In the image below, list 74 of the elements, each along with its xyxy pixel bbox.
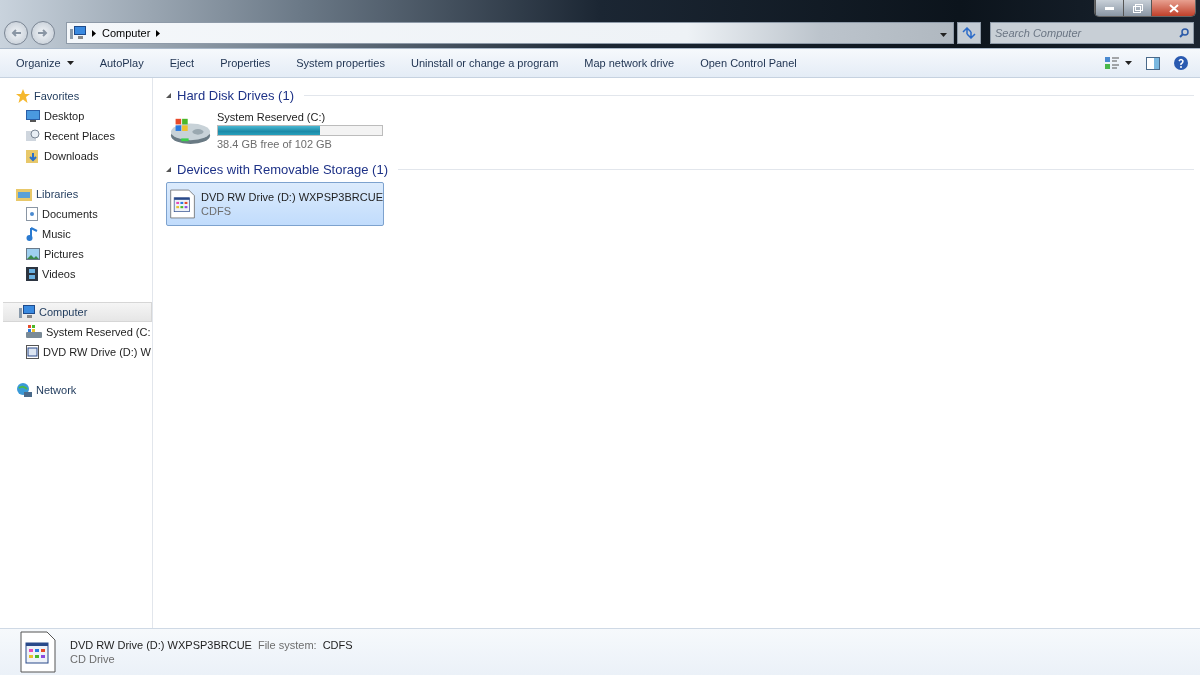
minimize-button[interactable] [1095, 0, 1123, 16]
group-heading: Devices with Removable Storage (1) [177, 161, 388, 177]
drive-tile[interactable]: DVD RW Drive (D:) WXPSP3BRCUE CDFS [166, 182, 384, 226]
nav-item[interactable]: Downloads [0, 146, 152, 166]
recent-places-icon [26, 129, 40, 143]
library-folder-icon [16, 187, 32, 201]
nav-item[interactable]: Desktop [0, 106, 152, 126]
collapse-icon[interactable] [166, 92, 171, 98]
details-type: CD Drive [70, 653, 116, 665]
restore-icon [1132, 3, 1143, 13]
close-button[interactable] [1151, 0, 1195, 16]
details-name: DVD RW Drive (D:) WXPSP3BRCUE [70, 639, 252, 651]
nav-item[interactable]: Network [0, 380, 152, 400]
music-note-icon [26, 227, 38, 241]
nav-item[interactable]: Pictures [0, 244, 152, 264]
refresh-button[interactable] [957, 22, 981, 44]
caret-icon [66, 61, 74, 65]
forward-arrow-icon [38, 29, 48, 37]
disc-drive-icon [26, 345, 39, 359]
monitor-icon [26, 110, 40, 122]
nav-item[interactable]: DVD RW Drive (D:) W [0, 342, 152, 362]
toolbar-button[interactable]: Organize [6, 53, 84, 73]
nav-item[interactable]: Music [0, 224, 152, 244]
refresh-arrows-icon [962, 27, 976, 39]
search-field[interactable]: Search Computer [990, 22, 1194, 44]
nav-item[interactable]: Recent Places [0, 126, 152, 146]
nav-item[interactable]: Favorites [0, 86, 152, 106]
toolbar-button[interactable]: Uninstall or change a program [400, 53, 569, 73]
network-icon [16, 383, 32, 397]
view-options-icon[interactable] [1105, 57, 1119, 69]
chevron-icon [92, 29, 96, 37]
nav-item[interactable]: System Reserved (C: [0, 322, 152, 342]
toolbar-button[interactable]: Map network drive [574, 53, 685, 73]
back-button[interactable] [4, 21, 28, 45]
forward-button[interactable] [31, 21, 55, 45]
toolbar-button[interactable]: Eject [159, 53, 205, 73]
film-icon [26, 267, 38, 281]
computer-icon [70, 26, 86, 40]
maximize-button[interactable] [1123, 0, 1151, 16]
dropdown-icon [940, 33, 947, 37]
nav-item[interactable]: Libraries [0, 184, 152, 204]
toolbar-button[interactable]: Open Control Panel [690, 53, 807, 73]
nav-item[interactable]: Videos [0, 264, 152, 284]
nav-item[interactable]: Computer [3, 302, 152, 322]
address-bar[interactable]: Computer [66, 22, 954, 44]
document-icon [26, 207, 38, 221]
drive-name: DVD RW Drive (D:) WXPSP3BRCUE [201, 191, 383, 203]
help-icon[interactable] [1174, 56, 1188, 70]
computer-icon [19, 305, 35, 319]
group-heading: Hard Disk Drives (1) [177, 87, 294, 103]
chevron-icon [156, 29, 161, 37]
minimize-icon [1105, 6, 1114, 10]
drive-detail: CDFS [201, 205, 232, 217]
toolbar-button[interactable]: Properties [210, 53, 281, 73]
close-icon [1168, 3, 1179, 13]
drive-icon [26, 325, 42, 339]
star-icon [16, 89, 30, 103]
nav-item[interactable]: Documents [0, 204, 152, 224]
collapse-icon[interactable] [166, 166, 171, 172]
toolbar-button[interactable]: AutoPlay [89, 53, 154, 73]
toolbar-button[interactable]: System properties [286, 53, 395, 73]
back-arrow-icon [11, 29, 21, 37]
breadcrumb[interactable]: Computer [102, 27, 151, 39]
picture-icon [26, 248, 40, 260]
download-folder-icon [26, 149, 40, 163]
drive-name: System Reserved (C:) [217, 110, 327, 123]
drive-tile[interactable]: System Reserved (C:) 38.4 GB free of 102 GB [166, 108, 384, 152]
preview-pane-icon[interactable] [1146, 56, 1160, 70]
caret-icon [1125, 61, 1132, 65]
search-icon [1179, 28, 1189, 38]
drive-detail: 38.4 GB free of 102 GB [217, 137, 333, 150]
field-label: File system: [257, 639, 317, 651]
disc-drive-icon [20, 631, 56, 673]
field-value: CDFS [322, 639, 353, 651]
